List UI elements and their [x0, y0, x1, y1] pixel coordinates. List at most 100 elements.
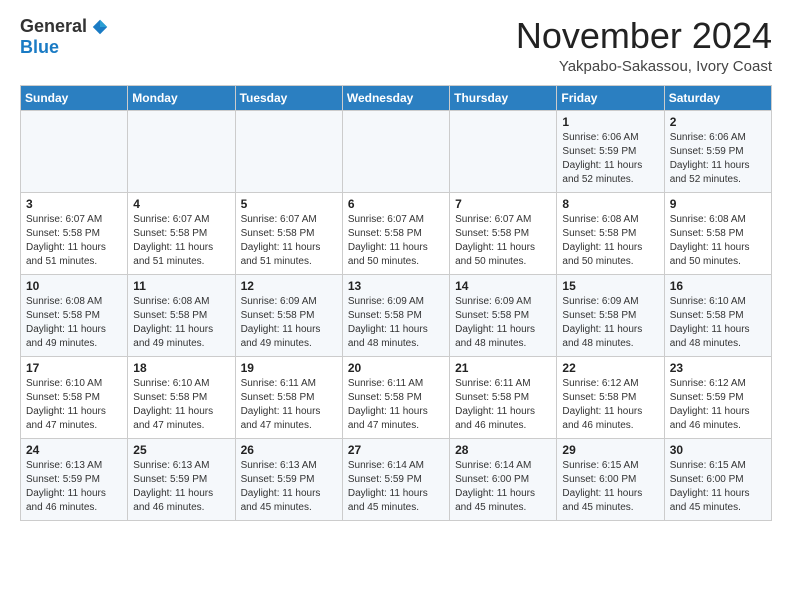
cell-info: Sunrise: 6:13 AMSunset: 5:59 PMDaylight:… — [241, 459, 337, 515]
calendar-cell: 1 Sunrise: 6:06 AMSunset: 5:59 PMDaylight… — [557, 110, 664, 192]
week-row-1: 1 Sunrise: 6:06 AMSunset: 5:59 PMDaylight… — [21, 110, 772, 192]
calendar-cell: 18 Sunrise: 6:10 AMSunset: 5:58 PMDayligh… — [128, 356, 235, 438]
calendar-cell: 14Sunrise: 6:09 AMSunset: 5:58 PMDayligh… — [450, 274, 557, 356]
day-number: 30 — [670, 443, 766, 457]
logo: General Blue — [20, 16, 109, 58]
cell-info: Sunrise: 6:06 AMSunset: 5:59 PMDaylight:… — [562, 131, 658, 187]
calendar-cell: 23 Sunrise: 6:12 AMSunset: 5:59 PMDayligh… — [664, 356, 771, 438]
calendar-cell: 3Sunrise: 6:07 AMSunset: 5:58 PMDaylight… — [21, 192, 128, 274]
cell-info: Sunrise: 6:11 AMSunset: 5:58 PMDaylight:… — [241, 377, 337, 433]
day-number: 23 — [670, 361, 766, 375]
cell-info: Sunrise: 6:13 AMSunset: 5:59 PMDaylight:… — [26, 459, 122, 515]
cell-info: Sunrise: 6:11 AMSunset: 5:58 PMDaylight:… — [348, 377, 444, 433]
weekday-header-friday: Friday — [557, 85, 664, 110]
calendar-cell: 15 Sunrise: 6:09 AMSunset: 5:58 PMDayligh… — [557, 274, 664, 356]
day-number: 4 — [133, 197, 229, 211]
calendar-cell: 27Sunrise: 6:14 AMSunset: 5:59 PMDayligh… — [342, 438, 449, 520]
calendar-cell: 28 Sunrise: 6:14 AMSunset: 6:00 PMDayligh… — [450, 438, 557, 520]
cell-info: Sunrise: 6:14 AMSunset: 6:00 PMDaylight:… — [455, 459, 551, 515]
weekday-header-tuesday: Tuesday — [235, 85, 342, 110]
cell-info: Sunrise: 6:07 AMSunset: 5:58 PMDaylight:… — [241, 213, 337, 269]
calendar-cell: 6Sunrise: 6:07 AMSunset: 5:58 PMDaylight… — [342, 192, 449, 274]
cell-info: Sunrise: 6:09 AMSunset: 5:58 PMDaylight:… — [348, 295, 444, 351]
day-number: 29 — [562, 443, 658, 457]
calendar-cell: 17 Sunrise: 6:10 AMSunset: 5:58 PMDayligh… — [21, 356, 128, 438]
cell-info: Sunrise: 6:12 AMSunset: 5:58 PMDaylight:… — [562, 377, 658, 433]
day-number: 5 — [241, 197, 337, 211]
day-number: 6 — [348, 197, 444, 211]
calendar-cell: 21 Sunrise: 6:11 AMSunset: 5:58 PMDayligh… — [450, 356, 557, 438]
day-number: 8 — [562, 197, 658, 211]
cell-info: Sunrise: 6:09 AMSunset: 5:58 PMDaylight:… — [562, 295, 658, 351]
day-number: 15 — [562, 279, 658, 293]
calendar-cell: 26Sunrise: 6:13 AMSunset: 5:59 PMDayligh… — [235, 438, 342, 520]
weekday-header-row: SundayMondayTuesdayWednesdayThursdayFrid… — [21, 85, 772, 110]
calendar-cell — [21, 110, 128, 192]
day-number: 10 — [26, 279, 122, 293]
month-title: November 2024 — [516, 16, 772, 56]
day-number: 1 — [562, 115, 658, 129]
calendar-cell: 7 Sunrise: 6:07 AMSunset: 5:58 PMDaylight… — [450, 192, 557, 274]
calendar-cell — [235, 110, 342, 192]
cell-info: Sunrise: 6:09 AMSunset: 5:58 PMDaylight:… — [241, 295, 337, 351]
cell-info: Sunrise: 6:14 AMSunset: 5:59 PMDaylight:… — [348, 459, 444, 515]
cell-info: Sunrise: 6:08 AMSunset: 5:58 PMDaylight:… — [562, 213, 658, 269]
calendar-cell: 16 Sunrise: 6:10 AMSunset: 5:58 PMDayligh… — [664, 274, 771, 356]
calendar-cell: 4 Sunrise: 6:07 AMSunset: 5:58 PMDaylight… — [128, 192, 235, 274]
day-number: 9 — [670, 197, 766, 211]
day-number: 20 — [348, 361, 444, 375]
cell-info: Sunrise: 6:09 AMSunset: 5:58 PMDaylight:… — [455, 295, 551, 351]
weekday-header-saturday: Saturday — [664, 85, 771, 110]
calendar-cell: 20 Sunrise: 6:11 AMSunset: 5:58 PMDayligh… — [342, 356, 449, 438]
day-number: 25 — [133, 443, 229, 457]
week-row-5: 24Sunrise: 6:13 AMSunset: 5:59 PMDayligh… — [21, 438, 772, 520]
day-number: 22 — [562, 361, 658, 375]
calendar-cell: 8 Sunrise: 6:08 AMSunset: 5:58 PMDaylight… — [557, 192, 664, 274]
cell-info: Sunrise: 6:11 AMSunset: 5:58 PMDaylight:… — [455, 377, 551, 433]
day-number: 16 — [670, 279, 766, 293]
week-row-3: 10 Sunrise: 6:08 AMSunset: 5:58 PMDayligh… — [21, 274, 772, 356]
calendar-cell: 19 Sunrise: 6:11 AMSunset: 5:58 PMDayligh… — [235, 356, 342, 438]
calendar-cell: 13 Sunrise: 6:09 AMSunset: 5:58 PMDayligh… — [342, 274, 449, 356]
day-number: 7 — [455, 197, 551, 211]
day-number: 19 — [241, 361, 337, 375]
logo-blue-text: Blue — [20, 37, 59, 58]
weekday-header-sunday: Sunday — [21, 85, 128, 110]
week-row-4: 17 Sunrise: 6:10 AMSunset: 5:58 PMDayligh… — [21, 356, 772, 438]
weekday-header-wednesday: Wednesday — [342, 85, 449, 110]
cell-info: Sunrise: 6:06 AMSunset: 5:59 PMDaylight:… — [670, 131, 766, 187]
calendar-cell: 30 Sunrise: 6:15 AMSunset: 6:00 PMDayligh… — [664, 438, 771, 520]
calendar-cell — [342, 110, 449, 192]
logo-blue: Blue — [20, 37, 59, 58]
calendar-cell: 25Sunrise: 6:13 AMSunset: 5:59 PMDayligh… — [128, 438, 235, 520]
cell-info: Sunrise: 6:08 AMSunset: 5:58 PMDaylight:… — [26, 295, 122, 351]
calendar-cell: 2Sunrise: 6:06 AMSunset: 5:59 PMDaylight… — [664, 110, 771, 192]
cell-info: Sunrise: 6:07 AMSunset: 5:58 PMDaylight:… — [455, 213, 551, 269]
cell-info: Sunrise: 6:07 AMSunset: 5:58 PMDaylight:… — [133, 213, 229, 269]
weekday-header-thursday: Thursday — [450, 85, 557, 110]
day-number: 21 — [455, 361, 551, 375]
cell-info: Sunrise: 6:10 AMSunset: 5:58 PMDaylight:… — [133, 377, 229, 433]
day-number: 12 — [241, 279, 337, 293]
calendar-cell: 29Sunrise: 6:15 AMSunset: 6:00 PMDayligh… — [557, 438, 664, 520]
day-number: 17 — [26, 361, 122, 375]
cell-info: Sunrise: 6:08 AMSunset: 5:58 PMDaylight:… — [670, 213, 766, 269]
day-number: 28 — [455, 443, 551, 457]
cell-info: Sunrise: 6:10 AMSunset: 5:58 PMDaylight:… — [26, 377, 122, 433]
week-row-2: 3Sunrise: 6:07 AMSunset: 5:58 PMDaylight… — [21, 192, 772, 274]
logo-general: General — [20, 16, 87, 37]
cell-info: Sunrise: 6:10 AMSunset: 5:58 PMDaylight:… — [670, 295, 766, 351]
cell-info: Sunrise: 6:12 AMSunset: 5:59 PMDaylight:… — [670, 377, 766, 433]
calendar-cell — [450, 110, 557, 192]
header: General Blue November 2024 Yakpabo-Sakas… — [20, 16, 772, 75]
cell-info: Sunrise: 6:15 AMSunset: 6:00 PMDaylight:… — [670, 459, 766, 515]
calendar-cell: 5 Sunrise: 6:07 AMSunset: 5:58 PMDaylight… — [235, 192, 342, 274]
page: General Blue November 2024 Yakpabo-Sakas… — [0, 0, 792, 537]
day-number: 13 — [348, 279, 444, 293]
calendar-cell: 11Sunrise: 6:08 AMSunset: 5:58 PMDayligh… — [128, 274, 235, 356]
day-number: 18 — [133, 361, 229, 375]
calendar-cell: 9 Sunrise: 6:08 AMSunset: 5:58 PMDaylight… — [664, 192, 771, 274]
weekday-header-monday: Monday — [128, 85, 235, 110]
calendar-cell: 10 Sunrise: 6:08 AMSunset: 5:58 PMDayligh… — [21, 274, 128, 356]
calendar-cell: 24Sunrise: 6:13 AMSunset: 5:59 PMDayligh… — [21, 438, 128, 520]
